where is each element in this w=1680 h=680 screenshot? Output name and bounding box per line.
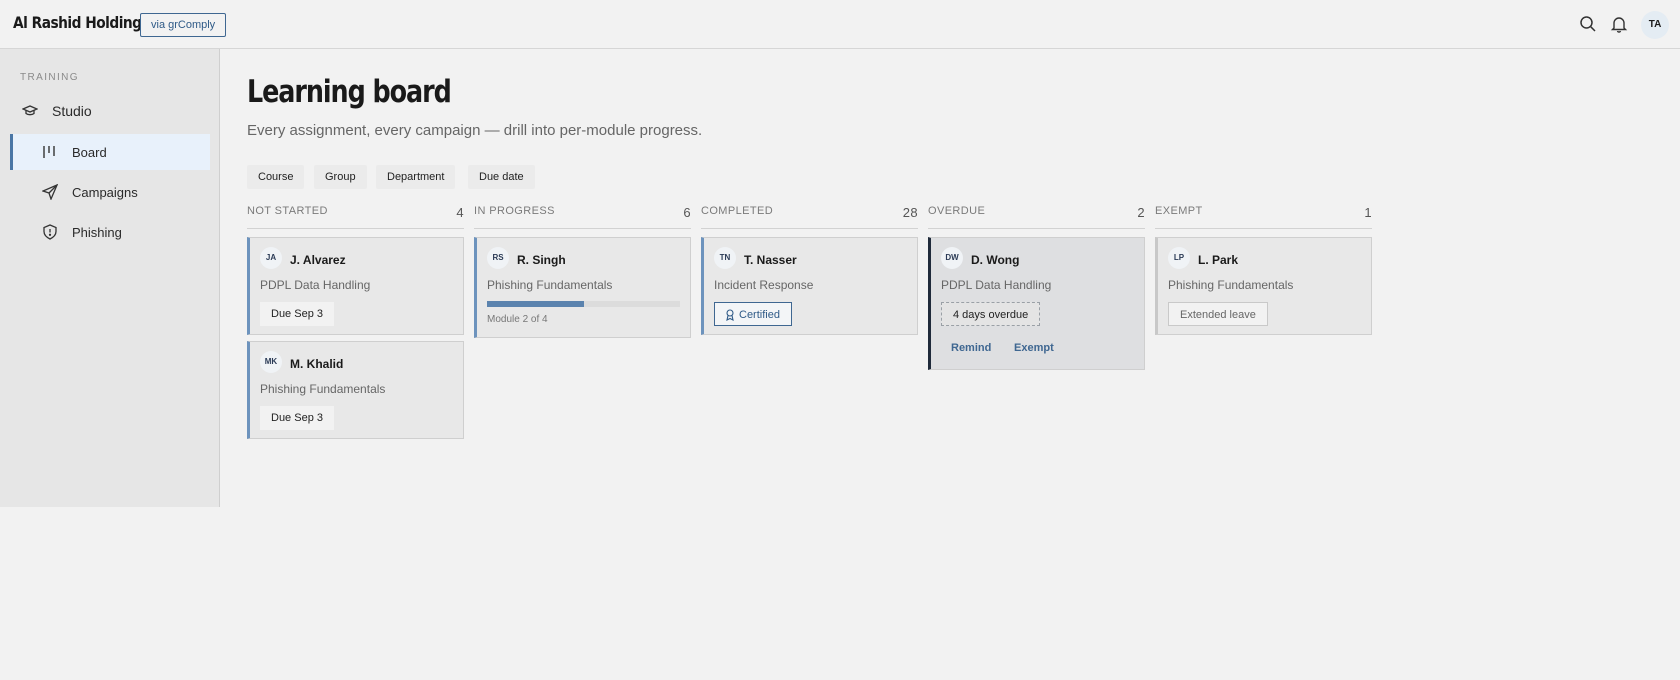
column-header-in-progress: IN PROGRESS 6 — [474, 205, 691, 229]
board-columns-icon — [43, 146, 55, 158]
sidebar: TRAINING Studio Board Campaigns Phishing — [0, 49, 220, 507]
assignment-card[interactable]: TN T. Nasser Incident Response Certified — [701, 237, 918, 335]
sidebar-item-board[interactable]: Board — [10, 134, 210, 170]
page-subtitle: Every assignment, every campaign — drill… — [247, 122, 703, 139]
column-count: 1 — [1364, 205, 1372, 220]
course-name: Phishing Fundamentals — [1168, 278, 1294, 292]
progress-bar-fill — [487, 301, 584, 307]
column-title: COMPLETED — [701, 205, 774, 217]
column-count: 2 — [1137, 205, 1145, 220]
assignee-name: D. Wong — [971, 253, 1020, 267]
assignee-name: T. Nasser — [744, 253, 797, 267]
progress-bar — [487, 301, 680, 307]
via-grcomply-badge[interactable]: via grComply — [140, 13, 227, 37]
due-date-badge: Due Sep 3 — [260, 302, 334, 326]
avatar: MK — [260, 351, 282, 373]
exempt-reason-badge: Extended leave — [1168, 302, 1268, 326]
course-name: Phishing Fundamentals — [487, 278, 613, 292]
sidebar-item-phishing[interactable]: Phishing — [10, 214, 210, 250]
sidebar-item-label: Board — [72, 144, 107, 160]
avatar: LP — [1168, 247, 1190, 269]
course-name: PDPL Data Handling — [941, 278, 1052, 292]
course-name: Phishing Fundamentals — [260, 382, 386, 396]
certified-label: Certified — [739, 309, 780, 321]
sidebar-item-label: Campaigns — [72, 184, 138, 200]
avatar: DW — [941, 247, 963, 269]
bell-icon[interactable] — [1610, 15, 1628, 33]
column-title: EXEMPT — [1155, 205, 1203, 217]
column-count: 4 — [456, 205, 464, 220]
sidebar-item-label: Studio — [52, 103, 92, 119]
column-header-overdue: OVERDUE 2 — [928, 205, 1145, 229]
column-title: IN PROGRESS — [474, 205, 555, 217]
module-progress: Module 2 of 4 — [487, 314, 548, 325]
assignment-card[interactable]: RS R. Singh Phishing Fundamentals Module… — [474, 237, 691, 338]
column-header-completed: COMPLETED 28 — [701, 205, 918, 229]
assignment-card[interactable]: MK M. Khalid Phishing Fundamentals Due S… — [247, 341, 464, 439]
overdue-badge: 4 days overdue — [941, 302, 1041, 326]
sidebar-item-campaigns[interactable]: Campaigns — [10, 174, 210, 210]
filter-department[interactable]: Department — [376, 165, 456, 189]
due-date-badge: Due Sep 3 — [260, 406, 334, 430]
assignment-card[interactable]: DW D. Wong PDPL Data Handling 4 days ove… — [928, 237, 1145, 370]
search-icon[interactable] — [1579, 15, 1597, 33]
course-name: Incident Response — [714, 278, 814, 292]
ribbon-icon — [726, 309, 734, 321]
column-count: 6 — [683, 205, 691, 220]
remind-button[interactable]: Remind — [951, 342, 991, 354]
course-name: PDPL Data Handling — [260, 278, 371, 292]
avatar: RS — [487, 247, 509, 269]
column-title: NOT STARTED — [247, 205, 328, 217]
assignee-name: J. Alvarez — [290, 253, 346, 267]
column-title: OVERDUE — [928, 205, 986, 217]
filter-due-date[interactable]: Due date — [468, 165, 535, 189]
column-header-not-started: NOT STARTED 4 — [247, 205, 464, 229]
top-bar: Al Rashid Holdings via grComply TA — [0, 0, 1680, 49]
column-count: 28 — [902, 205, 918, 220]
assignment-card[interactable]: LP L. Park Phishing Fundamentals Extende… — [1155, 237, 1372, 335]
paper-plane-icon — [42, 184, 58, 200]
certified-badge: Certified — [714, 302, 792, 326]
graduation-cap-icon — [22, 105, 38, 116]
avatar: JA — [260, 247, 282, 269]
filter-group[interactable]: Group — [314, 165, 367, 189]
sidebar-section-title: TRAINING — [20, 72, 79, 83]
shield-icon — [43, 224, 57, 240]
avatar: TN — [714, 247, 736, 269]
sidebar-item-studio[interactable]: Studio — [22, 93, 202, 129]
column-header-exempt: EXEMPT 1 — [1155, 205, 1372, 229]
assignee-name: L. Park — [1198, 253, 1239, 267]
assignee-name: R. Singh — [517, 253, 566, 267]
assignee-name: M. Khalid — [290, 357, 344, 371]
filter-course[interactable]: Course — [247, 165, 305, 189]
exempt-button[interactable]: Exempt — [1014, 342, 1054, 354]
brand-name: Al Rashid Holdings — [13, 13, 150, 32]
sidebar-item-label: Phishing — [72, 224, 122, 240]
assignment-card[interactable]: JA J. Alvarez PDPL Data Handling Due Sep… — [247, 237, 464, 335]
page-title: Learning board — [247, 74, 452, 110]
user-avatar[interactable]: TA — [1641, 11, 1669, 39]
